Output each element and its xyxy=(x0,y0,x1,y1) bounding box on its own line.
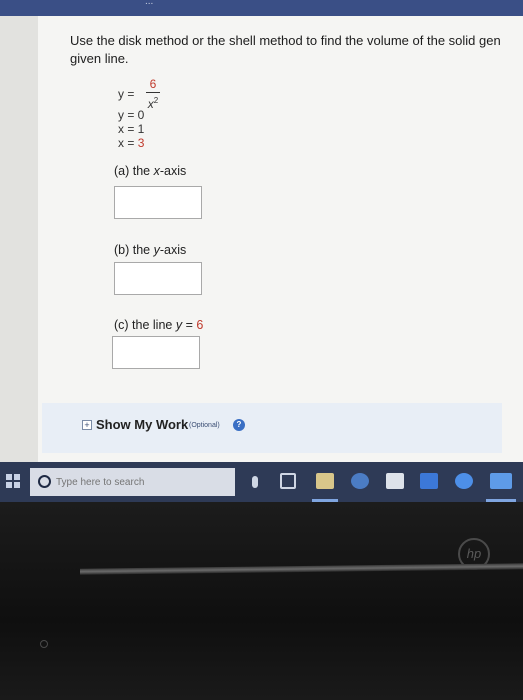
store-icon[interactable] xyxy=(386,473,404,489)
part-c-answer-input[interactable] xyxy=(112,336,200,369)
assignment-page: Use the disk method or the shell method … xyxy=(38,16,523,466)
problem-statement: Use the disk method or the shell method … xyxy=(70,32,523,68)
left-margin xyxy=(0,16,38,466)
part-a-suffix: -axis xyxy=(159,164,187,178)
equation-x-one: x = 1 xyxy=(118,122,145,136)
part-b-label: (b) the y-axis xyxy=(114,243,186,257)
help-icon[interactable]: ? xyxy=(233,419,245,431)
microphone-icon[interactable] xyxy=(252,476,258,488)
file-explorer-icon[interactable] xyxy=(316,473,334,489)
equation-lhs: y = xyxy=(118,87,135,101)
region-equations: y = 6 x2 y = 0 x = 1 x = 3 xyxy=(118,78,160,150)
app-icon[interactable] xyxy=(420,473,438,489)
top-caption: ... xyxy=(145,0,154,7)
app-icon-3[interactable] xyxy=(490,473,512,489)
part-c-label: (c) the line y = 6 xyxy=(114,318,203,332)
part-b-answer-input[interactable] xyxy=(114,262,202,295)
equation-x-three-prefix: x = xyxy=(118,136,138,150)
taskbar-search-input[interactable] xyxy=(56,473,226,491)
denominator-exponent: 2 xyxy=(153,96,159,105)
app-icon-2[interactable] xyxy=(455,473,473,489)
task-view-icon[interactable] xyxy=(280,473,296,489)
equation-y-zero: y = 0 xyxy=(118,108,145,122)
part-a-answer-input[interactable] xyxy=(114,186,202,219)
power-icon xyxy=(40,640,48,648)
fraction-bar xyxy=(146,92,160,93)
part-a-label: (a) the x-axis xyxy=(114,164,186,178)
taskbar-search[interactable] xyxy=(30,468,235,496)
equation-y-fraction: y = 6 x2 xyxy=(118,78,160,111)
problem-line-2: given line. xyxy=(70,51,129,66)
cortana-icon xyxy=(38,475,51,488)
fraction-denominator: x2 xyxy=(146,94,160,111)
show-my-work-panel[interactable]: + Show My Work (Optional) ? xyxy=(42,403,502,453)
part-c-text: (c) the line xyxy=(114,318,176,332)
windows-start-icon[interactable] xyxy=(6,474,20,488)
browser-icon[interactable] xyxy=(351,473,369,489)
equation-x-three: x = 3 xyxy=(118,136,144,150)
problem-line-1: Use the disk method or the shell method … xyxy=(70,33,501,48)
optional-label: (Optional) xyxy=(189,422,220,429)
fraction: 6 x2 xyxy=(146,78,160,111)
part-a-text: (a) the xyxy=(114,164,154,178)
monitor-screen: ... Use the disk method or the shell met… xyxy=(0,0,523,520)
part-b-text: (b) the xyxy=(114,243,154,257)
monitor-bezel xyxy=(0,502,523,700)
fraction-numerator: 6 xyxy=(149,77,157,91)
windows-taskbar xyxy=(0,462,523,502)
expand-icon[interactable]: + xyxy=(82,420,92,430)
show-my-work-label[interactable]: Show My Work xyxy=(96,417,188,432)
part-c-equals: = xyxy=(182,318,197,332)
equation-x-three-value: 3 xyxy=(137,136,145,150)
part-c-value: 6 xyxy=(196,318,204,332)
part-b-suffix: -axis xyxy=(159,243,187,257)
